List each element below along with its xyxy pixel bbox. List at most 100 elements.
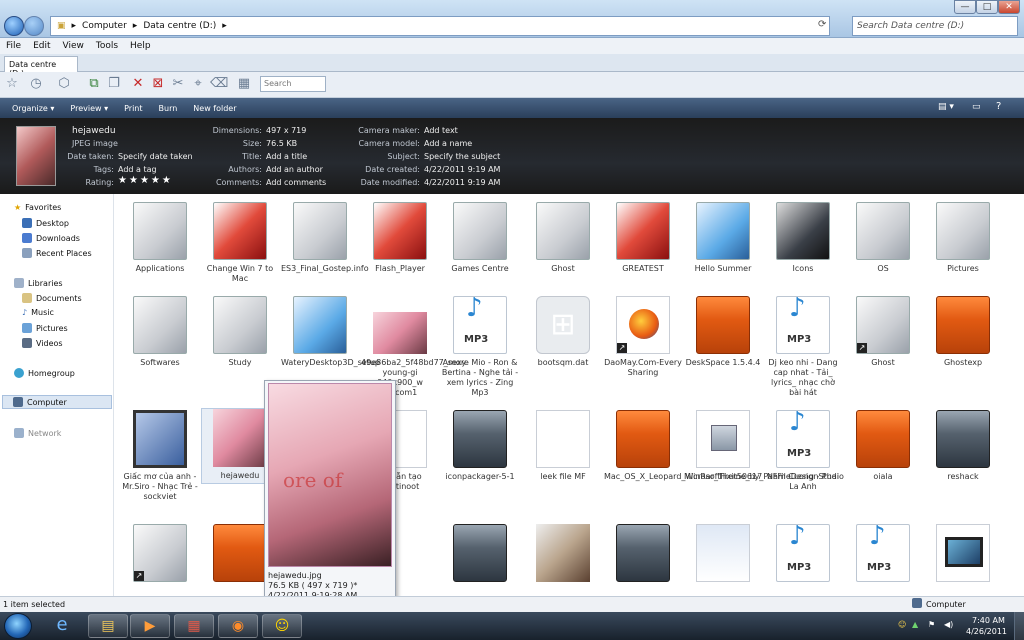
title-value[interactable]: Add a title <box>266 152 307 161</box>
file-item[interactable]: ↗ <box>121 524 199 586</box>
internet-explorer-icon[interactable]: e <box>42 614 82 638</box>
close-button[interactable]: ✕ <box>998 0 1020 14</box>
nav-libraries[interactable]: Libraries <box>14 278 63 288</box>
file-item[interactable]: Change Win 7 to Mac <box>201 202 279 284</box>
nav-recent-places[interactable]: Recent Places <box>22 248 92 258</box>
rating-stars[interactable]: ★ ★ ★ ★ ★ <box>118 175 173 186</box>
nav-documents[interactable]: Documents <box>22 293 82 303</box>
file-item[interactable]: Softwares <box>121 296 199 368</box>
file-item[interactable]: ♪ MP3 <box>764 523 842 586</box>
show-desktop-button[interactable] <box>1014 612 1024 640</box>
delete-icon[interactable]: ✕ <box>130 76 146 92</box>
copy-icon[interactable]: ⧉ <box>86 76 102 92</box>
nav-downloads[interactable]: Downloads <box>22 233 80 243</box>
media-player-icon[interactable]: ▶ <box>130 614 170 638</box>
file-item[interactable]: leek file MF <box>524 410 602 482</box>
tags-value[interactable]: Add a tag <box>118 165 157 174</box>
file-item[interactable]: WateryDesktop3D_setup <box>281 296 380 368</box>
tray-emoticon-icon[interactable]: ☺ <box>898 620 906 629</box>
nav-music[interactable]: ♪ Music <box>22 308 54 317</box>
file-item[interactable]: iconpackager-5-1 <box>441 410 519 482</box>
view-grid-icon[interactable]: ▦ <box>236 76 252 92</box>
file-item[interactable]: ♪ MP3 Dj keo nhi - Dang cap nhat - Tải_ ly… <box>764 295 842 398</box>
help-icon[interactable]: ? <box>996 101 1001 112</box>
menu-edit[interactable]: Edit <box>33 41 50 51</box>
menu-file[interactable]: File <box>6 41 21 51</box>
maximize-button[interactable]: □ <box>976 0 998 14</box>
menu-tools[interactable]: Tools <box>96 41 118 51</box>
search-input[interactable]: Search Data centre (D:) <box>852 16 1018 36</box>
file-item[interactable]: Mac_OS_X_Leopard_WinRar_Theme_by_PaFFile… <box>604 410 844 482</box>
yahoo-messenger-icon[interactable]: ☺ <box>262 614 302 638</box>
nav-computer[interactable]: Computer <box>2 395 112 409</box>
delete-alt-icon[interactable]: ⊠ <box>150 76 166 92</box>
tray-time[interactable]: 7:40 AM <box>972 616 1005 625</box>
rating-star-icon[interactable]: ★ <box>129 175 138 186</box>
file-item[interactable]: ♪ MP3 Nam Cuong - Phai La Anh <box>764 409 842 492</box>
file-item[interactable]: Applications <box>121 202 199 274</box>
subject-value[interactable]: Specify the subject <box>424 152 500 161</box>
comments-value[interactable]: Add comments <box>266 178 326 187</box>
rating-star-icon[interactable]: ★ <box>162 175 171 186</box>
back-button[interactable] <box>4 16 24 36</box>
address-bar[interactable]: ▣ ▸ Computer ▸ Data centre (D:) ▸ <box>50 16 830 36</box>
tray-date[interactable]: 4/26/2011 <box>966 627 1007 636</box>
file-item[interactable]: OS <box>844 202 922 274</box>
authors-value[interactable]: Add an author <box>266 165 323 174</box>
windows-explorer-icon[interactable]: ▤ <box>88 614 128 638</box>
file-item[interactable]: Icons <box>764 202 842 274</box>
nav-homegroup[interactable]: Homegroup <box>14 368 75 378</box>
burn-button[interactable]: Burn <box>159 104 178 113</box>
winrar-icon[interactable]: ▦ <box>174 614 214 638</box>
file-item[interactable]: Flash_Player <box>361 202 439 274</box>
breadcrumb-computer[interactable]: Computer <box>82 21 127 31</box>
nav-favorites[interactable]: ★ Favorites <box>14 203 61 212</box>
nav-network[interactable]: Network <box>14 428 61 438</box>
file-item[interactable] <box>441 524 519 586</box>
pin-icon[interactable]: ⌖ <box>190 76 206 92</box>
organize-button[interactable]: Organize ▾ <box>12 104 54 113</box>
file-item[interactable]: GREATEST <box>604 202 682 274</box>
camera-model-value[interactable]: Add a name <box>424 139 472 148</box>
file-item[interactable]: ♪ MP3 <box>844 523 922 586</box>
file-item[interactable]: oiala <box>844 410 922 482</box>
breadcrumb-drive[interactable]: Data centre (D:) <box>143 21 216 31</box>
toolbar-search-input[interactable]: Search <box>260 76 326 92</box>
minimize-button[interactable]: — <box>954 0 976 14</box>
tray-flag-icon[interactable]: ⚑ <box>928 620 935 629</box>
preview-button[interactable]: Preview ▾ <box>70 104 108 113</box>
new-folder-button[interactable]: New folder <box>193 104 236 113</box>
menu-view[interactable]: View <box>63 41 84 51</box>
eraser-icon[interactable]: ⌫ <box>210 76 228 92</box>
file-item[interactable]: Pictures <box>924 202 1002 274</box>
view-options-icon[interactable]: ▤ ▾ <box>938 102 954 112</box>
rating-star-icon[interactable]: ★ <box>140 175 149 186</box>
file-item[interactable]: ↗ Ghost <box>844 296 922 368</box>
file-item[interactable] <box>524 524 602 586</box>
cut-icon[interactable]: ✂ <box>170 76 186 92</box>
file-item[interactable]: Study <box>201 296 279 368</box>
file-item[interactable]: DeskSpace 1.5.4.4 <box>684 296 762 368</box>
file-item[interactable] <box>604 524 682 586</box>
camera-maker-value[interactable]: Add text <box>424 126 458 135</box>
file-item[interactable]: Giấc mơ của anh - Mr.Siro - Nhạc Trẻ - s… <box>121 410 199 502</box>
favorite-star-icon[interactable]: ☆ <box>4 76 20 92</box>
nav-videos[interactable]: Videos <box>22 338 63 348</box>
rating-star-icon[interactable]: ★ <box>118 175 127 186</box>
file-item[interactable]: Ghost <box>524 202 602 274</box>
tray-volume-icon[interactable]: ◀) <box>944 620 953 629</box>
file-item[interactable] <box>924 524 1002 586</box>
preview-pane-icon[interactable]: ▭ <box>972 102 981 112</box>
file-item[interactable]: ES3_Final_Gostep.info <box>281 202 369 274</box>
history-icon[interactable]: ◷ <box>28 76 44 92</box>
file-item[interactable]: ♪ MP3 Amore Mio - Ron & Bertina - Nghe tải… <box>441 295 519 398</box>
print-button[interactable]: Print <box>124 104 142 113</box>
start-button[interactable] <box>4 613 32 639</box>
forward-button[interactable] <box>24 16 44 36</box>
file-item[interactable]: MicrosoftFixit50617 <box>684 410 762 482</box>
rating-star-icon[interactable]: ★ <box>151 175 160 186</box>
tab-data-centre[interactable]: Data centre (D:) <box>4 56 78 78</box>
tray-network-icon[interactable]: ▲ <box>912 620 918 629</box>
menu-help[interactable]: Help <box>130 41 151 51</box>
file-item[interactable]: reshack <box>924 410 1002 482</box>
